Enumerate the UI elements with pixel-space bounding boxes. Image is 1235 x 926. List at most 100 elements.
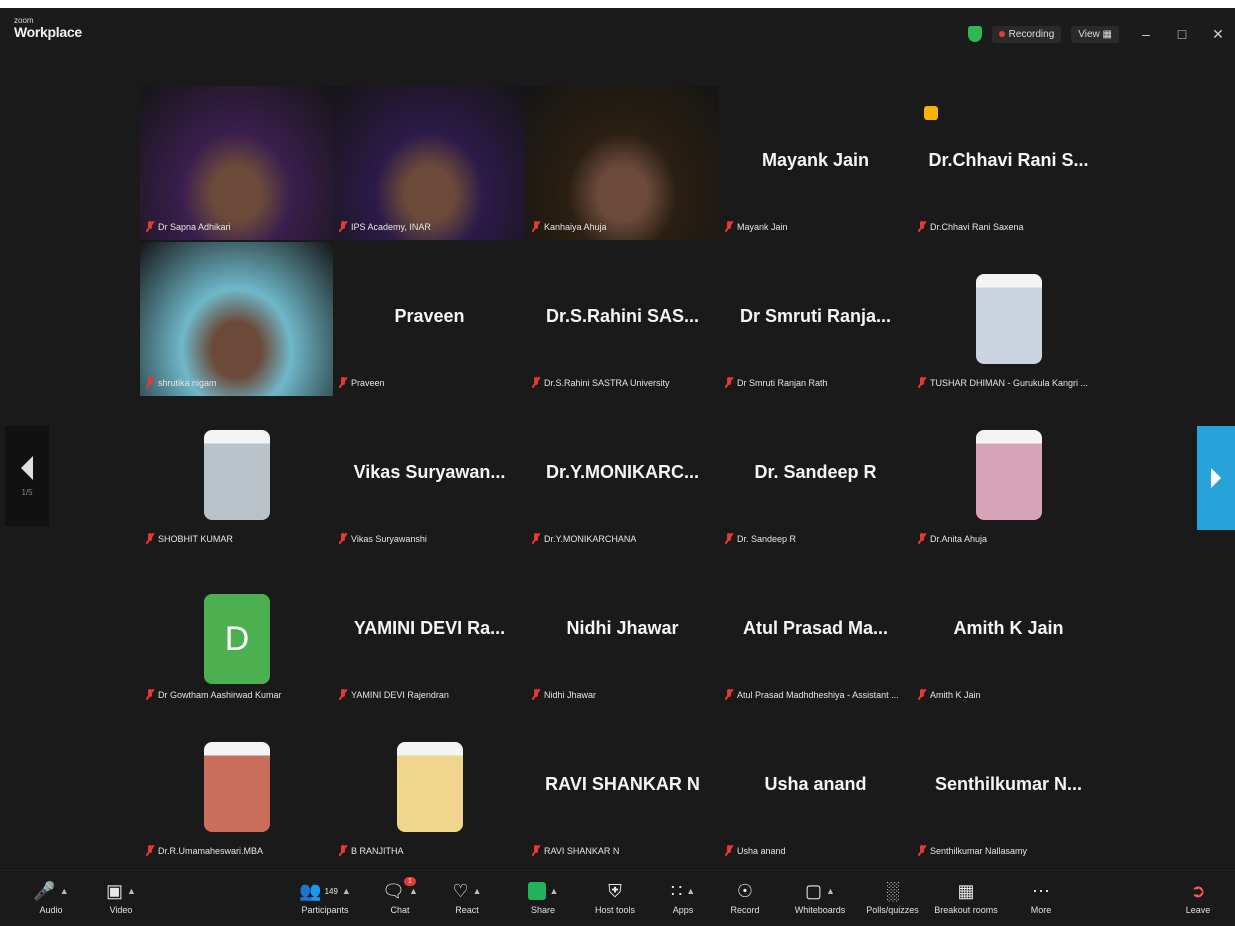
- chat-icon: 🗨: [382, 880, 405, 901]
- mic-muted-icon: [918, 377, 926, 388]
- security-shield-icon[interactable]: [967, 26, 982, 42]
- participant-display-name: Dr.Y.MONIKARC...: [545, 462, 700, 482]
- participant-tile-rahini[interactable]: Dr.S.Rahini SAS... Dr.S.Rahini SASTRA Uni…: [526, 242, 719, 396]
- video-label: Video: [109, 905, 133, 915]
- video-caret-icon[interactable]: ▲: [127, 886, 136, 896]
- participant-tile-senthil[interactable]: Senthilkumar N... Senthilkumar Nallasamy: [912, 710, 1105, 864]
- participant-name-label: Mayank Jain: [725, 221, 788, 232]
- participant-tile-shrutika[interactable]: shrutika nigam: [140, 242, 333, 396]
- participant-display-name: Praveen: [394, 306, 465, 326]
- recording-indicator[interactable]: Recording: [991, 25, 1062, 43]
- apps-button[interactable]: ∷ ▲ Apps: [648, 877, 718, 916]
- participant-tile-praveen[interactable]: Praveen Praveen: [333, 242, 526, 396]
- participant-display-name: Usha anand: [764, 774, 867, 794]
- participant-tile-smruti[interactable]: Dr Smruti Ranja... Dr Smruti Ranjan Rath: [719, 242, 912, 396]
- participant-name-label: Dr.Chhavi Rani Saxena: [918, 221, 1024, 232]
- participant-tile-nidhi[interactable]: Nidhi Jhawar Nidhi Jhawar: [526, 554, 719, 708]
- chat-caret-icon[interactable]: ▲: [409, 886, 418, 896]
- participant-name-text: SHOBHIT KUMAR: [158, 533, 233, 544]
- record-icon: ☉: [736, 880, 754, 901]
- participant-name-text: Dr.S.Rahini SASTRA University: [544, 377, 670, 388]
- react-button[interactable]: ♡ ▲ React: [432, 877, 502, 916]
- participant-tile-atul[interactable]: Atul Prasad Ma... Atul Prasad Madhdheshiy…: [719, 554, 912, 708]
- apps-grid-icon: ∷: [670, 880, 683, 901]
- participant-name-text: IPS Academy, INAR: [351, 221, 431, 232]
- participant-tile-mayank[interactable]: Mayank Jain Mayank Jain: [719, 86, 912, 240]
- arrow-left-icon: [21, 455, 33, 480]
- share-caret-icon[interactable]: ▲: [550, 886, 559, 896]
- mic-muted-icon: [725, 845, 733, 856]
- polls-button[interactable]: ░ Polls/quizzes: [855, 877, 930, 916]
- participant-tile-amith[interactable]: Amith K Jain Amith K Jain: [912, 554, 1105, 708]
- apps-label: Apps: [672, 905, 694, 915]
- react-caret-icon[interactable]: ▲: [473, 886, 482, 896]
- next-page-button[interactable]: [1197, 426, 1235, 530]
- participant-tile-shobhit[interactable]: SHOBHIT KUMAR: [140, 398, 333, 552]
- participant-display-name: Amith K Jain: [953, 618, 1064, 638]
- meeting-toolbar: 🎤 ▲ Audio ▣ ▲ Video 👥 149 ▲ Participants 🗨 ▲ …: [0, 870, 1235, 926]
- participant-tile-ranjitha[interactable]: B RANJITHA: [333, 710, 526, 864]
- profile-avatar: [204, 742, 270, 832]
- chat-label: Chat: [390, 905, 410, 915]
- chat-button[interactable]: 🗨 ▲ 1 Chat: [365, 877, 435, 915]
- brand-name: Workplace: [14, 24, 82, 40]
- participant-tile-yamini[interactable]: YAMINI DEVI Ra... YAMINI DEVI Rajendran: [333, 554, 526, 708]
- shield-icon: ⛨: [608, 880, 622, 901]
- participant-tile-ravi[interactable]: RAVI SHANKAR N RAVI SHANKAR N: [526, 710, 719, 864]
- participant-tile-gowtham[interactable]: D Dr Gowtham Aashirwad Kumar: [140, 554, 333, 708]
- participant-tile-monikarc[interactable]: Dr.Y.MONIKARC... Dr.Y.MONIKARCHANA: [526, 398, 719, 552]
- participant-tile-ips[interactable]: IPS Academy, INAR: [333, 86, 526, 240]
- audio-button[interactable]: 🎤 ▲ Audio: [16, 877, 86, 916]
- participant-name-label: Dr.Anita Ahuja: [918, 533, 987, 544]
- mic-muted-icon: [146, 845, 154, 856]
- recording-label: Recording: [1008, 28, 1055, 40]
- apps-caret-icon[interactable]: ▲: [686, 886, 695, 896]
- participant-name-label: IPS Academy, INAR: [339, 221, 431, 232]
- share-button[interactable]: ▲ Share: [508, 877, 578, 915]
- participant-tile-usha[interactable]: Usha anand Usha anand: [719, 710, 912, 864]
- title-bar: zoom Workplace Recording View ▦ – □ ✕: [0, 8, 1235, 60]
- participants-caret-icon[interactable]: ▲: [342, 886, 351, 896]
- zoom-logo: zoom Workplace: [14, 17, 82, 41]
- participant-name-label: Usha anand: [725, 845, 786, 856]
- participant-tile-tushar[interactable]: TUSHAR DHIMAN - Gurukula Kangri ...: [912, 242, 1105, 396]
- previous-page-button[interactable]: 1/5: [5, 426, 49, 526]
- view-button[interactable]: View ▦: [1071, 25, 1119, 43]
- leave-button[interactable]: ➲ Leave: [1168, 877, 1228, 916]
- participant-name-text: Amith K Jain: [930, 689, 981, 700]
- whiteboards-caret-icon[interactable]: ▲: [826, 886, 835, 896]
- participant-tile-sapna[interactable]: Dr Sapna Adhikari: [140, 86, 333, 240]
- participants-button[interactable]: 👥 149 ▲ Participants: [290, 877, 360, 916]
- mic-muted-icon: [532, 533, 540, 544]
- participant-tile-sandeep[interactable]: Dr. Sandeep R Dr. Sandeep R: [719, 398, 912, 552]
- participant-tile-chhavi[interactable]: Dr.Chhavi Rani S... Dr.Chhavi Rani Saxena: [912, 86, 1105, 240]
- participant-name-label: shrutika nigam: [146, 377, 217, 388]
- participant-tile-umamaheswari[interactable]: Dr.R.Umamaheswari.MBA: [140, 710, 333, 864]
- whiteboards-button[interactable]: ▢ ▲ Whiteboards: [780, 877, 860, 916]
- participant-tile-vikas[interactable]: Vikas Suryawan... Vikas Suryawanshi: [333, 398, 526, 552]
- participant-name-text: Dr.Anita Ahuja: [930, 533, 988, 544]
- host-tools-button[interactable]: ⛨ Host tools: [580, 877, 650, 916]
- participant-name-text: Praveen: [351, 377, 385, 388]
- video-button[interactable]: ▣ ▲ Video: [86, 877, 156, 916]
- participant-name-text: Dr Gowtham Aashirwad Kumar: [158, 689, 282, 700]
- participant-tile-anita[interactable]: Dr.Anita Ahuja: [912, 398, 1105, 552]
- participant-name-label: Dr. Sandeep R: [725, 533, 796, 544]
- record-button[interactable]: ☉ Record: [710, 877, 780, 916]
- more-button[interactable]: ⋯ More: [1006, 877, 1076, 916]
- participant-name-text: Dr.Chhavi Rani Saxena: [930, 221, 1024, 232]
- mic-muted-icon: [532, 689, 540, 700]
- participant-name-text: Atul Prasad Madhdheshiya - Assistant ...: [737, 689, 899, 700]
- breakout-rooms-button[interactable]: ▦ Breakout rooms: [928, 877, 1004, 916]
- audio-caret-icon[interactable]: ▲: [60, 886, 69, 896]
- recording-dot-icon: [998, 31, 1005, 37]
- maximize-button[interactable]: □: [1173, 26, 1191, 42]
- close-button[interactable]: ✕: [1209, 26, 1227, 43]
- heart-icon: ♡: [452, 880, 469, 901]
- mic-muted-icon: [339, 377, 347, 388]
- minimize-button[interactable]: –: [1137, 26, 1155, 42]
- participant-video: [140, 86, 333, 240]
- mic-muted-icon: [725, 221, 733, 232]
- polls-label: Polls/quizzes: [866, 905, 919, 915]
- participant-tile-kanhaiya[interactable]: Kanhaiya Ahuja: [526, 86, 719, 240]
